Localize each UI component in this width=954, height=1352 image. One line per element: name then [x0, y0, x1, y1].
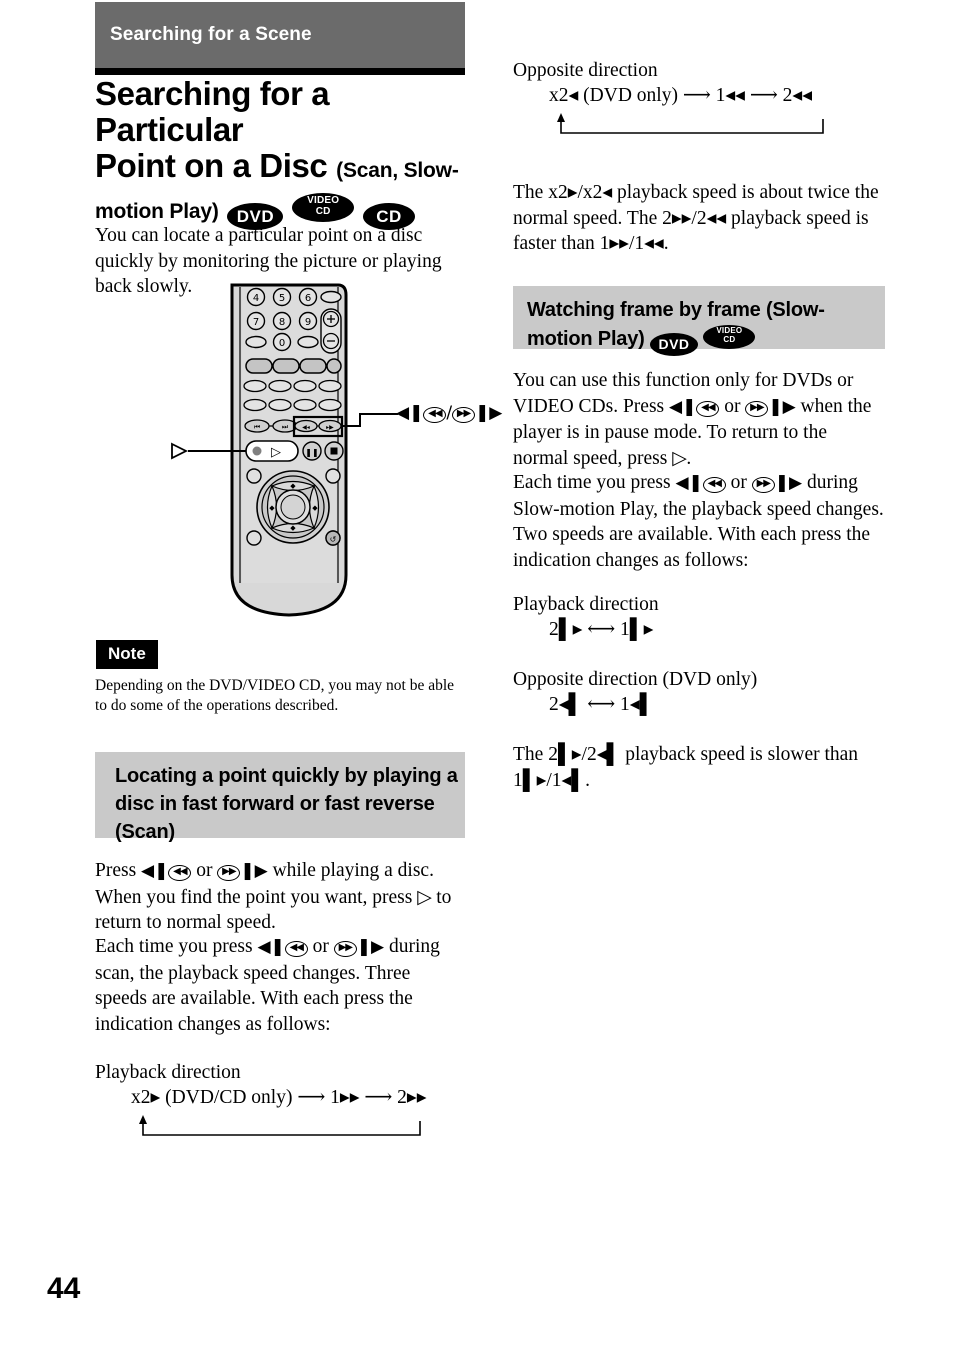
- scan-opposite-label: Opposite direction: [513, 60, 658, 81]
- page-title-line1: Searching for a Particular: [95, 75, 330, 148]
- badge-dvd-slow: DVD: [649, 333, 698, 356]
- chapter-title: Searching for a Scene: [110, 24, 312, 45]
- badge-video-cd-slow-line1: VIDEO: [716, 326, 743, 335]
- scan-opposite-sequence: x2◂ (DVD only) ⟶ 1◂◂ ⟶ 2◂◂: [549, 85, 813, 106]
- scan-buttons-callout: ◀❚ ◀◀ / ▶▶ ❚▶: [396, 403, 503, 423]
- section-heading-scan: Locating a point quickly by playing a di…: [95, 752, 465, 843]
- badge-video-cd-line1: VIDEO: [307, 195, 340, 206]
- scan-p1-a: Press: [95, 860, 137, 881]
- scan-playback-sequence: x2▸ (DVD/CD only) ⟶ 1▸▸ ⟶ 2▸▸: [131, 1087, 427, 1108]
- badge-video-cd-line2: CD: [315, 206, 331, 217]
- scan-p2-a: Each time you press: [95, 936, 253, 957]
- section-heading-slow-motion: Watching frame by frame (Slow- motion Pl…: [513, 286, 885, 356]
- slow-heading-line1: Watching frame by frame (Slow-: [527, 299, 825, 321]
- badge-video-cd-slow: VIDEO CD: [703, 325, 756, 349]
- scan-paragraph-1: Press ◀❚ ◀◀ or ▶▶ ❚▶ while playing a disc.…: [95, 860, 452, 933]
- scan-p2-b: or: [312, 936, 329, 957]
- page-title-line2: Point on a Disc: [95, 147, 328, 184]
- remote-control-illustration: 456 789 0 ⏮ ⏭ ◀◂ ▸▶ ▷ ❚❚ ◆ ◆ ◆ ◆ ↺ ◀❚ ◀◀…: [160, 283, 502, 618]
- page-title-line3-sub: motion Play): [95, 200, 219, 223]
- scan-playback-loop-arrow: [95, 1111, 467, 1141]
- page-title: Searching for a Particular Point on a Di…: [95, 76, 470, 230]
- manual-page: Searching for a Scene Searching for a Pa…: [0, 0, 954, 1352]
- slow-paragraph-2: Each time you press ◀❚ ◀◀ or ▶▶ ❚▶ during …: [513, 472, 884, 571]
- badge-video-cd: VIDEO CD: [292, 193, 355, 222]
- slow-heading-line2: motion Play): [527, 328, 645, 350]
- scan-speed-note: The x2▸/x2◂ playback speed is about twic…: [513, 182, 879, 254]
- callout-leader-lines: [171, 413, 398, 460]
- scan-opposite-direction-block: Opposite direction x2◂ (DVD only) ⟶ 1◂◂ …: [513, 58, 885, 139]
- slow-p2-a: Each time you press: [513, 472, 671, 493]
- slow-speed-note: The 2▌▸/2◂▌ playback speed is slower tha…: [513, 744, 859, 791]
- note-label: Note: [96, 640, 158, 669]
- chapter-header-bar: Searching for a Scene: [95, 2, 465, 68]
- chapter-rule: [95, 68, 465, 75]
- slow-playback-direction-block: Playback direction 2▌▸ ⟷ 1▌▸: [513, 592, 885, 643]
- slow-opposite-sequence: 2◂▌ ⟷ 1◂▌: [549, 694, 654, 715]
- page-number: 44: [47, 1272, 81, 1305]
- scan-opposite-loop-arrow: [513, 109, 885, 139]
- scan-paragraph-2: Each time you press ◀❚ ◀◀ or ▶▶ ❚▶ during …: [95, 936, 440, 1035]
- page-title-line2-sub: (Scan, Slow-: [336, 159, 459, 182]
- scan-playback-direction-block: Playback direction x2▸ (DVD/CD only) ⟶ 1…: [95, 1060, 467, 1141]
- slow-p1-d: .: [686, 447, 692, 469]
- slow-p2-b: or: [730, 472, 747, 493]
- slow-opposite-label: Opposite direction (DVD only): [513, 669, 758, 690]
- scan-playback-label: Playback direction: [95, 1062, 241, 1083]
- slow-p1-b: or: [724, 395, 741, 417]
- badge-video-cd-slow-line2: CD: [723, 335, 736, 344]
- slow-opposite-direction-block: Opposite direction (DVD only) 2◂▌ ⟷ 1◂▌: [513, 667, 885, 718]
- slow-playback-label: Playback direction: [513, 594, 659, 615]
- note-text: Depending on the DVD/VIDEO CD, you may n…: [95, 677, 455, 714]
- slow-playback-sequence: 2▌▸ ⟷ 1▌▸: [549, 619, 654, 640]
- scan-p1-b: or: [196, 860, 213, 881]
- slow-paragraph-1: You can use this function only for DVDs …: [513, 370, 872, 469]
